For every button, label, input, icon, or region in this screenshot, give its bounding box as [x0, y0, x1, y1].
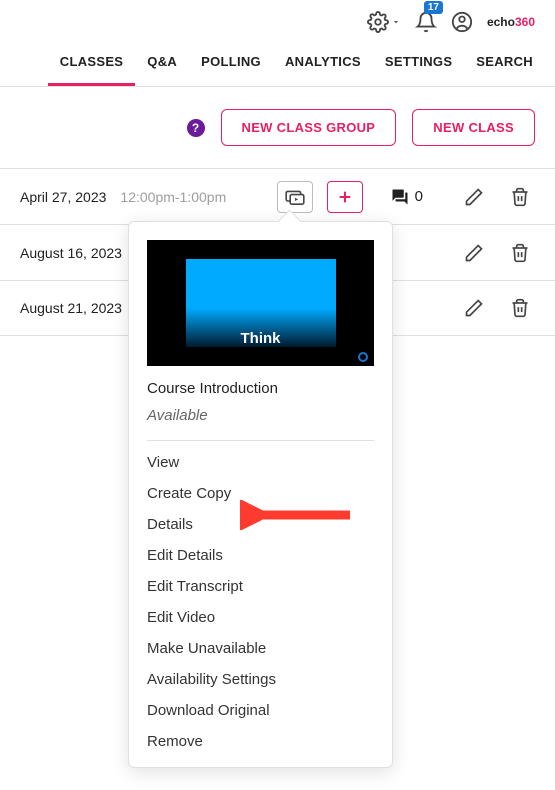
class-date: August 21, 2023 [20, 300, 122, 316]
new-class-button[interactable]: NEW CLASS [412, 109, 535, 146]
menu-view[interactable]: View [129, 447, 392, 478]
pencil-icon [464, 298, 484, 318]
comments-value: 0 [415, 188, 423, 205]
comments-count[interactable]: 0 [389, 188, 423, 206]
delete-class-button[interactable] [505, 292, 535, 324]
logo-text-prefix: echo [487, 15, 515, 29]
tab-classes[interactable]: CLASSES [48, 40, 136, 86]
media-button[interactable] [277, 181, 313, 213]
tab-search[interactable]: SEARCH [464, 40, 545, 86]
content-popover: Think Course Introduction Available View… [128, 221, 393, 768]
annotation-arrow-icon [240, 500, 360, 530]
add-content-button[interactable] [327, 181, 363, 213]
menu-make-unavailable[interactable]: Make Unavailable [129, 633, 392, 664]
video-thumbnail[interactable]: Think [147, 240, 374, 366]
thumbnail-indicator-icon [358, 352, 368, 362]
popover-status: Available [129, 407, 392, 424]
delete-class-button[interactable] [505, 181, 535, 213]
logo-text-suffix: 360 [515, 15, 535, 29]
notifications-button[interactable]: 17 [415, 11, 437, 33]
new-class-group-button[interactable]: NEW CLASS GROUP [221, 109, 397, 146]
user-circle-icon [451, 11, 473, 33]
thumbnail-caption: Think [241, 330, 281, 347]
tab-polling[interactable]: POLLING [189, 40, 273, 86]
top-bar: 17 echo360 [0, 0, 555, 40]
divider [147, 440, 374, 441]
echo360-logo: echo360 [487, 15, 535, 29]
delete-class-button[interactable] [505, 237, 535, 269]
settings-gear-button[interactable] [367, 11, 401, 33]
edit-class-button[interactable] [459, 237, 489, 269]
class-time: 12:00pm-1:00pm [120, 189, 226, 205]
help-button[interactable]: ? [187, 119, 205, 137]
pencil-icon [464, 243, 484, 263]
tab-qa[interactable]: Q&A [135, 40, 189, 86]
menu-availability-settings[interactable]: Availability Settings [129, 664, 392, 695]
class-date: August 16, 2023 [20, 245, 122, 261]
menu-edit-details[interactable]: Edit Details [129, 540, 392, 571]
menu-edit-video[interactable]: Edit Video [129, 602, 392, 633]
plus-icon [337, 189, 353, 205]
trash-icon [510, 187, 530, 207]
menu-download-original[interactable]: Download Original [129, 695, 392, 726]
trash-icon [510, 298, 530, 318]
popover-title: Course Introduction [129, 380, 392, 397]
main-tabs: CLASSES Q&A POLLING ANALYTICS SETTINGS S… [0, 40, 555, 87]
chevron-down-icon [391, 17, 401, 27]
gear-icon [367, 11, 389, 33]
tab-settings[interactable]: SETTINGS [373, 40, 464, 86]
class-date: April 27, 2023 [20, 189, 106, 205]
actions-row: ? NEW CLASS GROUP NEW CLASS [0, 87, 555, 168]
notification-badge: 17 [424, 1, 443, 14]
trash-icon [510, 243, 530, 263]
comments-icon [389, 188, 411, 206]
pencil-icon [464, 187, 484, 207]
tab-analytics[interactable]: ANALYTICS [273, 40, 373, 86]
menu-edit-transcript[interactable]: Edit Transcript [129, 571, 392, 602]
edit-class-button[interactable] [459, 181, 489, 213]
bell-icon [415, 11, 437, 33]
edit-class-button[interactable] [459, 292, 489, 324]
class-row: April 27, 2023 12:00pm-1:00pm 0 [0, 168, 555, 224]
account-button[interactable] [451, 11, 473, 33]
media-icon [285, 189, 305, 205]
menu-remove[interactable]: Remove [129, 726, 392, 757]
